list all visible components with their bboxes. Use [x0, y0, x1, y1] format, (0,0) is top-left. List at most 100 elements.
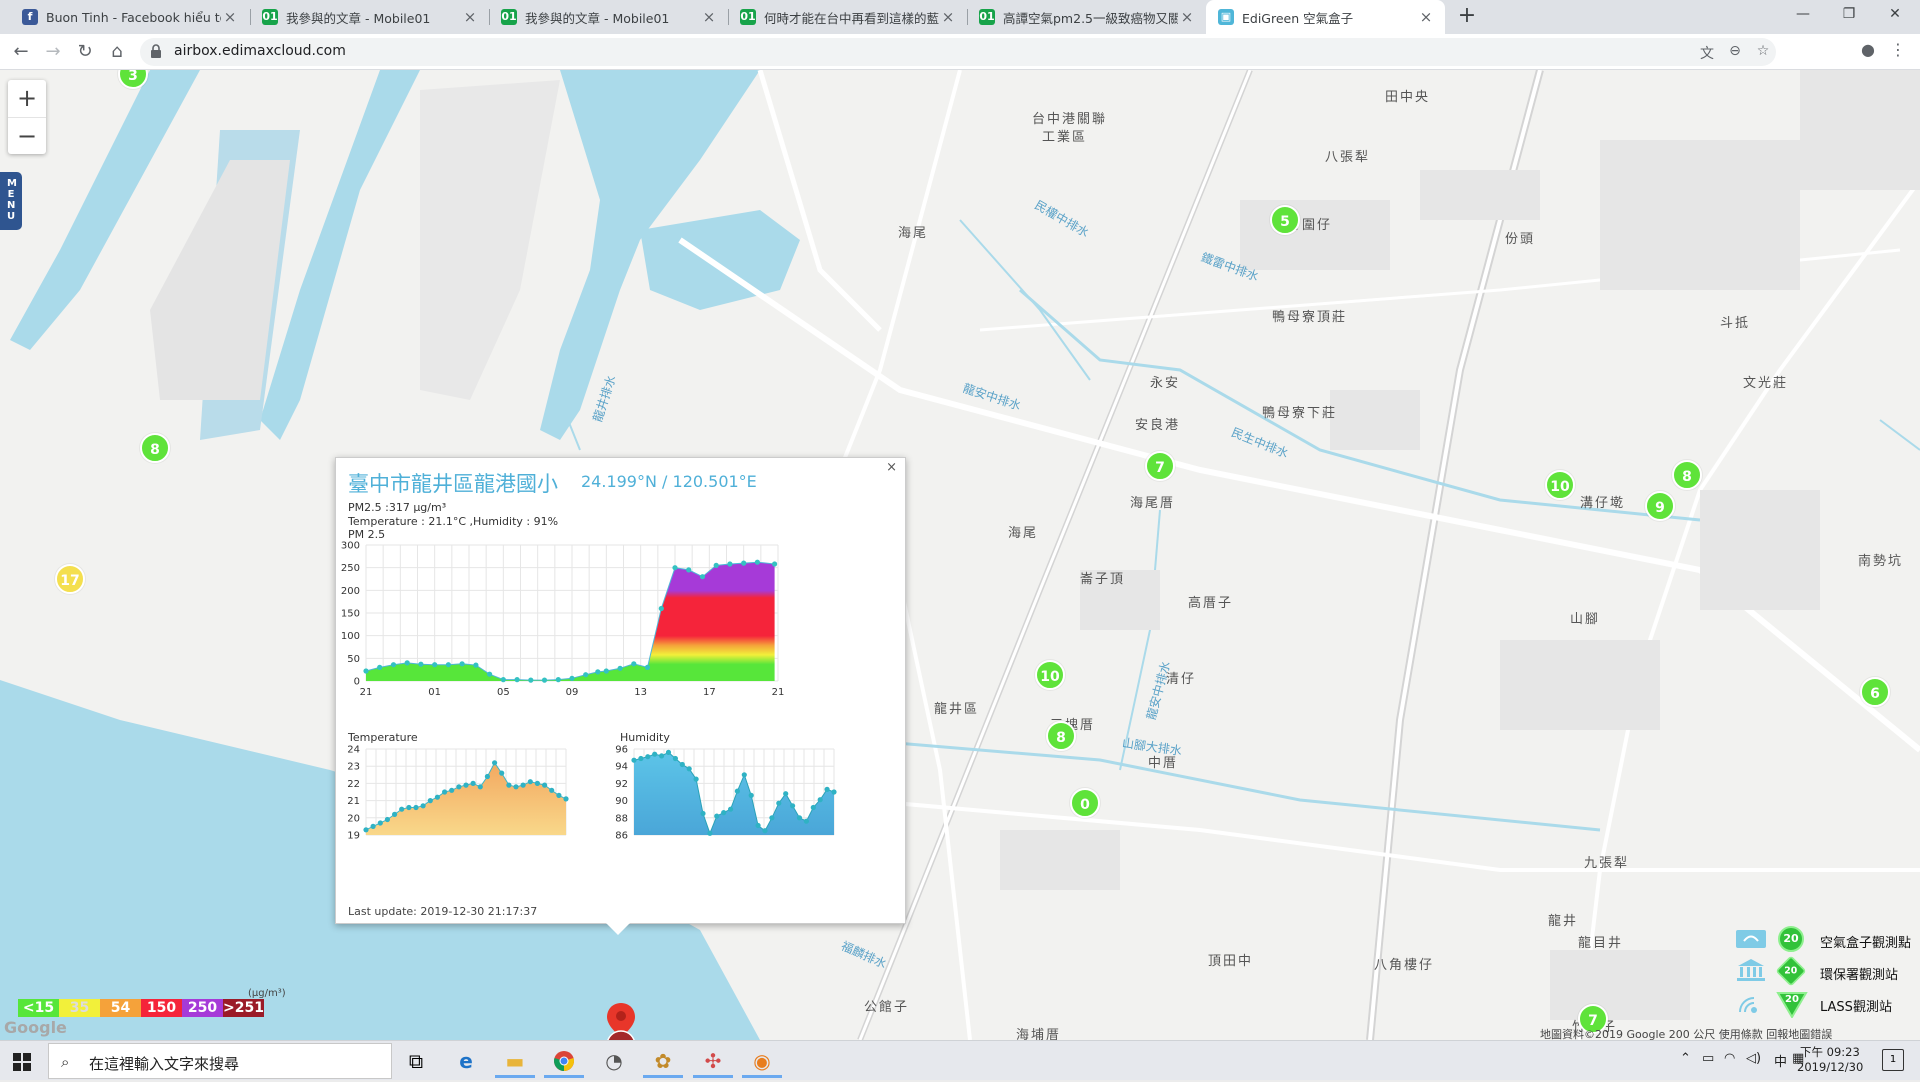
- task-view-icon[interactable]: ⧉: [396, 1044, 436, 1078]
- airbox-marker[interactable]: 9: [1645, 491, 1675, 521]
- app-bird-icon[interactable]: ✿: [643, 1044, 683, 1078]
- data-point: [727, 561, 733, 567]
- place-label: 海埔厝: [1016, 1028, 1062, 1040]
- app-blender-icon[interactable]: ◉: [742, 1044, 782, 1078]
- data-point: [583, 672, 589, 678]
- app-drone-icon[interactable]: ✣: [693, 1044, 733, 1078]
- input-language[interactable]: 中: [1774, 1051, 1787, 1070]
- legend-badge: 20: [1778, 926, 1804, 952]
- browser-tab[interactable]: 01 我參與的文章 - Mobile01 ×: [250, 0, 489, 34]
- airbox-marker[interactable]: 17: [55, 564, 85, 594]
- popup-pointer: [606, 923, 630, 935]
- home-icon[interactable]: ⌂: [104, 39, 130, 65]
- mobile01-icon: 01: [979, 9, 995, 25]
- menu-kebab-icon[interactable]: ⋮: [1886, 40, 1910, 64]
- taskbar-search-box[interactable]: ⌕ 在這裡輸入文字來搜尋: [48, 1043, 392, 1079]
- zoom-in-button[interactable]: +: [8, 80, 46, 117]
- y-tick-label: 86: [615, 831, 628, 842]
- airbox-marker[interactable]: 8: [1046, 721, 1076, 751]
- airbox-marker[interactable]: 10: [1545, 470, 1575, 500]
- airbox-marker[interactable]: 8: [1672, 460, 1702, 490]
- volume-icon[interactable]: ◁): [1746, 1051, 1761, 1066]
- data-point: [776, 800, 782, 806]
- close-tab-icon[interactable]: ×: [1178, 8, 1196, 26]
- data-point: [445, 662, 451, 668]
- airbox-marker[interactable]: 8: [140, 433, 170, 463]
- lass-icon: [1739, 997, 1757, 1013]
- reload-icon[interactable]: ↻: [72, 39, 98, 65]
- clock-date[interactable]: 2019/12/30: [1797, 1060, 1863, 1074]
- data-point: [549, 787, 555, 793]
- tab-title: 高譚空氣pm2.5一級致癌物又關於: [1003, 10, 1178, 26]
- y-tick-label: 90: [615, 796, 628, 807]
- map-attribution: 地圖資料©2019 Google 200 公尺 使用條款 回報地圖錯誤: [1540, 1028, 1833, 1040]
- data-point: [442, 789, 448, 795]
- airbox-marker[interactable]: 10: [1035, 660, 1065, 690]
- browser-tab[interactable]: 01 我參與的文章 - Mobile01 ×: [489, 0, 728, 34]
- y-tick-label: 0: [354, 677, 360, 688]
- data-point: [754, 559, 760, 565]
- scale-swatch: 54: [100, 999, 141, 1017]
- close-tab-icon[interactable]: ×: [1417, 8, 1435, 26]
- data-point: [658, 605, 664, 612]
- close-tab-icon[interactable]: ×: [700, 8, 718, 26]
- browser-tab-active[interactable]: ▣ EdiGreen 空氣盒子 ×: [1206, 0, 1445, 34]
- menu-side-tab[interactable]: MENU: [0, 172, 22, 230]
- airbox-marker[interactable]: 7: [1145, 451, 1175, 481]
- y-tick-label: 94: [615, 762, 628, 773]
- chevron-up-icon[interactable]: ⌃: [1680, 1051, 1691, 1066]
- forward-icon[interactable]: →: [40, 39, 66, 65]
- scale-swatch: <15: [18, 999, 59, 1017]
- selected-station-pin[interactable]: 317: [605, 1003, 637, 1040]
- windows-start-icon[interactable]: [13, 1053, 31, 1071]
- zoom-icon[interactable]: ⊖: [1726, 43, 1744, 61]
- data-point: [473, 662, 479, 668]
- bookmark-star-icon[interactable]: ☆: [1754, 43, 1772, 61]
- minimize-icon[interactable]: —: [1780, 0, 1826, 30]
- edge-icon[interactable]: e: [446, 1044, 486, 1078]
- browser-tab[interactable]: f Buon Tinh - Facebook hiểu tôi c ×: [10, 0, 249, 34]
- clock-app-icon[interactable]: ◔: [594, 1044, 634, 1078]
- search-placeholder: 在這裡輸入文字來搜尋: [89, 1055, 240, 1073]
- data-point: [404, 660, 410, 666]
- airbox-marker[interactable]: 6: [1860, 677, 1890, 707]
- address-bar[interactable]: airbox.edimaxcloud.com ☆ ⊖ 文: [140, 38, 1776, 66]
- airbox-marker[interactable]: 0: [1070, 788, 1100, 818]
- tab-title: Buon Tinh - Facebook hiểu tôi c: [46, 9, 221, 25]
- chrome-icon[interactable]: [544, 1044, 584, 1078]
- map-base-layer: [0, 70, 1920, 1040]
- clock-time[interactable]: 下午 09:23: [1800, 1044, 1860, 1060]
- browser-tab[interactable]: 01 高譚空氣pm2.5一級致癌物又關於 ×: [967, 0, 1206, 34]
- zoom-out-button[interactable]: −: [8, 117, 46, 154]
- close-tab-icon[interactable]: ×: [461, 8, 479, 26]
- close-tab-icon[interactable]: ×: [939, 8, 957, 26]
- data-point: [563, 796, 569, 802]
- close-window-icon[interactable]: ✕: [1872, 0, 1918, 30]
- data-point: [679, 761, 685, 768]
- close-tab-icon[interactable]: ×: [221, 8, 239, 26]
- place-label: 鴨母寮頂莊: [1272, 310, 1348, 325]
- popup-close-button[interactable]: ×: [886, 460, 897, 475]
- notification-center-icon[interactable]: 1: [1882, 1049, 1904, 1071]
- y-tick-label: 92: [615, 779, 628, 790]
- station-name: 臺中市龍井區龍港國小: [348, 472, 558, 496]
- airbox-marker[interactable]: 5: [1270, 205, 1300, 235]
- restore-icon[interactable]: ❐: [1826, 0, 1872, 30]
- data-point: [370, 823, 376, 829]
- battery-icon[interactable]: ▭: [1702, 1051, 1714, 1066]
- y-tick-label: 88: [615, 813, 628, 824]
- network-icon[interactable]: ◠: [1724, 1051, 1735, 1066]
- y-tick-label: 250: [341, 563, 360, 574]
- data-point: [831, 789, 837, 795]
- translate-icon[interactable]: 文: [1698, 43, 1716, 62]
- file-explorer-icon[interactable]: ▬: [495, 1044, 535, 1078]
- browser-tab[interactable]: 01 何時才能在台中再看到這樣的藍天 ×: [728, 0, 967, 34]
- back-icon[interactable]: ←: [8, 39, 34, 65]
- data-point: [631, 661, 637, 667]
- menu-label: MENU: [7, 178, 17, 222]
- data-point: [638, 755, 644, 762]
- account-icon[interactable]: ●: [1856, 40, 1880, 64]
- y-tick-label: 100: [341, 631, 360, 642]
- new-tab-button[interactable]: +: [1455, 5, 1479, 29]
- map-canvas[interactable]: 田中央 八張犁 台中港關聯 工業區 竹圍仔 份頭 鴨母寮頂莊 斗抵 文光莊 海尾…: [0, 70, 1920, 1040]
